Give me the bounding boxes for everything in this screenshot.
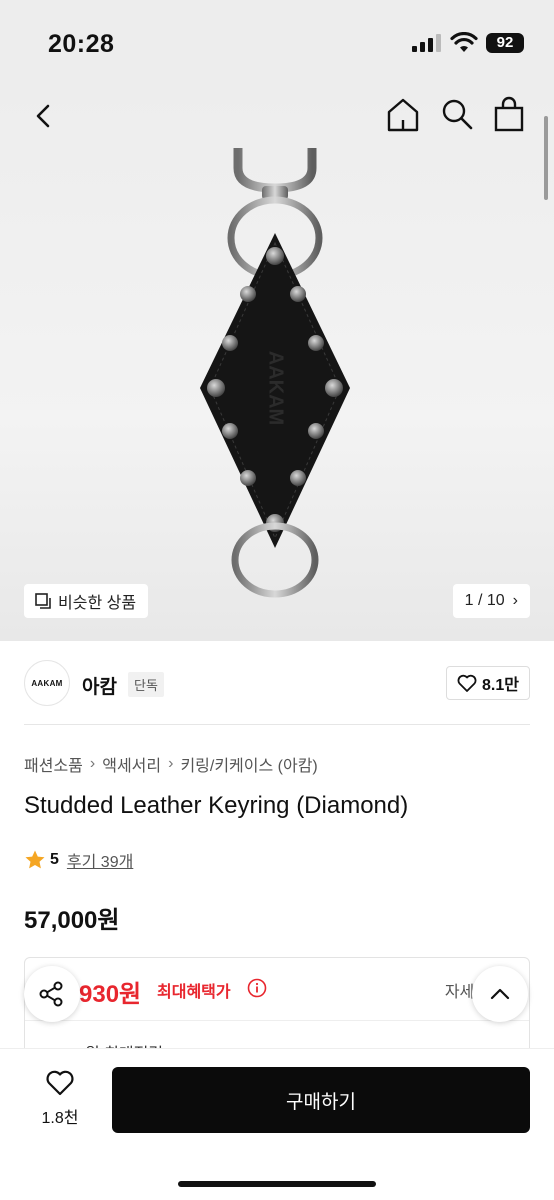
heart-icon [457,674,477,692]
copy-icon [35,593,51,609]
brand-name[interactable]: 아캄 [82,672,117,699]
chevron-right-icon: › [89,755,96,772]
info-icon[interactable] [247,978,267,998]
reviews-link[interactable]: 후기 39개 [67,848,133,872]
max-benefit-price: 930원 [79,981,142,1008]
product-keyring-image: AAKAM [200,148,350,598]
brand-like-button[interactable]: 8.1만 [446,666,530,700]
status-bar: 20:28 92 [0,0,554,88]
wishlist-button[interactable]: 1.8천 [34,1069,86,1128]
brand-logo[interactable]: AAKAM [24,660,70,706]
chevron-up-icon [490,988,510,1000]
share-button[interactable] [24,966,80,1022]
breadcrumb-item[interactable]: 액세서리 [102,752,161,776]
bottom-action-bar: 1.8천 구매하기 [0,1048,554,1200]
battery-indicator: 92 [486,33,524,53]
breadcrumb-item[interactable]: 패션소품 [24,752,83,776]
chevron-right-icon: › [512,592,518,609]
star-icon [25,850,45,869]
product-price: 57,000원 [24,907,120,934]
buy-button[interactable]: 구매하기 [112,1067,530,1133]
home-indicator [178,1181,376,1187]
product-image-carousel[interactable]: AAKAM 비슷한 상품 1 / 10 › [0,88,554,641]
rating-row: 5 후기 39개 [24,848,133,872]
breadcrumb-item[interactable]: 키링/키케이스 (아캄) [180,752,317,776]
heart-icon [46,1070,74,1096]
image-page-indicator[interactable]: 1 / 10 › [452,584,530,618]
max-benefit-label: 최대혜택가 [157,984,231,1001]
brand-row: AAKAM 아캄 단독 8.1만 [24,660,530,708]
exclusive-badge: 단독 [128,672,164,697]
search-icon[interactable] [440,96,474,132]
similar-products-label: 비슷한 상품 [58,595,137,612]
home-icon[interactable] [386,94,420,134]
wishlist-count: 1.8천 [41,1110,79,1127]
chevron-right-icon: › [168,755,174,772]
share-icon [39,981,63,1007]
wifi-icon [450,32,478,52]
rating-score: 5 [50,851,59,868]
status-time: 20:28 [48,30,115,58]
scrollbar[interactable] [544,116,548,200]
divider [24,724,530,725]
cellular-signal-icon [412,34,441,52]
brand-like-count: 8.1만 [482,677,519,694]
breadcrumb: 패션소품 › 액세서리 › 키링/키케이스 (아캄) [24,752,318,776]
product-image-brand-text: AAKAM [265,351,287,425]
divider [25,1020,529,1021]
shopping-bag-icon[interactable] [492,94,526,134]
scroll-top-button[interactable] [472,966,528,1022]
page-indicator-text: 1 / 10 [464,592,505,609]
back-arrow-icon[interactable] [28,96,58,136]
similar-products-button[interactable]: 비슷한 상품 [24,584,149,618]
product-title: Studded Leather Keyring (Diamond) [24,792,409,819]
